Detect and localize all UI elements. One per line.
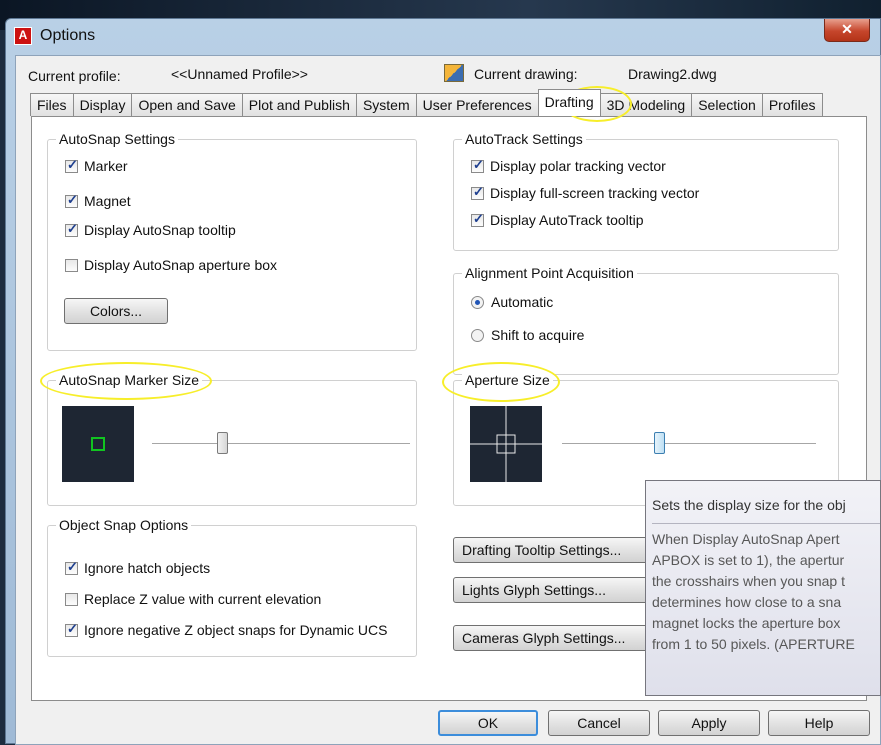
marker-size-preview: [62, 406, 134, 482]
ignore-negative-z-label: Ignore negative Z object snaps for Dynam…: [84, 622, 388, 638]
aperture-box-checkbox-row[interactable]: Display AutoSnap aperture box: [65, 257, 277, 273]
fullscreen-tracking-label: Display full-screen tracking vector: [490, 185, 700, 201]
replace-z-label: Replace Z value with current elevation: [84, 591, 322, 607]
marker-label: Marker: [84, 158, 128, 174]
tab-system[interactable]: System: [355, 93, 417, 116]
help-button[interactable]: Help: [768, 710, 870, 736]
tooltip-line: APBOX is set to 1), the apertur: [652, 552, 845, 568]
autotrack-tooltip-checkbox-row[interactable]: Display AutoTrack tooltip: [471, 211, 644, 228]
ignore-hatch-label: Ignore hatch objects: [84, 560, 211, 576]
marker-size-group: AutoSnap Marker Size: [47, 372, 417, 506]
current-drawing-label: Current drawing:: [474, 66, 578, 82]
autosnap-tooltip-checkbox[interactable]: [65, 221, 78, 237]
replace-z-checkbox[interactable]: [65, 592, 78, 606]
current-profile-label: Current profile:: [28, 68, 121, 84]
marker-size-slider-thumb[interactable]: [217, 432, 228, 454]
autosnap-settings-group: AutoSnap Settings Marker Magnet Display …: [47, 131, 417, 351]
cameras-glyph-settings-button[interactable]: Cameras Glyph Settings...: [453, 625, 653, 651]
window-title: Options: [40, 27, 96, 44]
automatic-radio-row[interactable]: Automatic: [471, 294, 553, 310]
current-drawing-value: Drawing2.dwg: [628, 66, 717, 82]
polar-tracking-label: Display polar tracking vector: [490, 158, 666, 174]
tooltip-divider: [652, 523, 880, 524]
ignore-hatch-checkbox-row[interactable]: Ignore hatch objects: [65, 559, 211, 576]
tab-open-and-save[interactable]: Open and Save: [131, 93, 243, 116]
ignore-hatch-checkbox[interactable]: [65, 559, 78, 575]
magnet-label: Magnet: [84, 193, 131, 209]
marker-size-slider-track[interactable]: [152, 443, 410, 444]
lights-glyph-settings-button[interactable]: Lights Glyph Settings...: [453, 577, 653, 603]
autotrack-settings-group: AutoTrack Settings Display polar trackin…: [453, 131, 839, 251]
marker-checkbox[interactable]: [65, 157, 78, 173]
aperture-size-tooltip: Sets the display size for the obj When D…: [645, 480, 881, 696]
marker-size-title: AutoSnap Marker Size: [56, 372, 203, 388]
aperture-size-slider-track[interactable]: [562, 443, 816, 444]
crosshair-aperture-icon: [470, 406, 542, 482]
autosnap-settings-title: AutoSnap Settings: [56, 131, 178, 147]
marker-checkbox-row[interactable]: Marker: [65, 157, 128, 174]
aperture-size-slider-thumb[interactable]: [654, 432, 665, 454]
tab-strip: Files Display Open and Save Plot and Pub…: [30, 89, 823, 117]
tab-display[interactable]: Display: [72, 93, 133, 116]
tooltip-line: the crosshairs when you snap t: [652, 573, 845, 589]
current-profile-value: <<Unnamed Profile>>: [171, 66, 308, 82]
ignore-negative-z-checkbox-row[interactable]: Ignore negative Z object snaps for Dynam…: [65, 621, 388, 638]
aperture-size-title: Aperture Size: [462, 372, 553, 388]
autotrack-settings-title: AutoTrack Settings: [462, 131, 586, 147]
shift-to-acquire-radio[interactable]: [471, 328, 484, 342]
colors-button[interactable]: Colors...: [64, 298, 168, 324]
tab-plot-and-publish[interactable]: Plot and Publish: [241, 93, 357, 116]
ignore-negative-z-checkbox[interactable]: [65, 621, 78, 637]
tooltip-line: determines how close to a sna: [652, 594, 842, 610]
autosnap-tooltip-checkbox-row[interactable]: Display AutoSnap tooltip: [65, 221, 236, 238]
replace-z-checkbox-row[interactable]: Replace Z value with current elevation: [65, 591, 321, 607]
tooltip-line: from 1 to 50 pixels. (APERTURE: [652, 636, 855, 652]
tab-user-preferences[interactable]: User Preferences: [415, 93, 539, 116]
aperture-size-preview: [470, 406, 542, 482]
tab-selection[interactable]: Selection: [691, 93, 763, 116]
tab-3d-modeling[interactable]: 3D Modeling: [599, 93, 693, 116]
close-button[interactable]: ✕: [824, 19, 870, 42]
automatic-label: Automatic: [491, 294, 554, 310]
autotrack-tooltip-checkbox[interactable]: [471, 211, 484, 227]
autosnap-tooltip-label: Display AutoSnap tooltip: [84, 222, 236, 238]
tab-profiles[interactable]: Profiles: [761, 93, 823, 116]
drawing-file-icon: [444, 64, 464, 82]
title-bar: A Options ✕: [6, 19, 880, 55]
apply-button[interactable]: Apply: [658, 710, 760, 736]
ok-button[interactable]: OK: [438, 710, 538, 736]
aperture-box-checkbox[interactable]: [65, 258, 78, 272]
tooltip-line: magnet locks the aperture box: [652, 615, 841, 631]
magnet-checkbox[interactable]: [65, 192, 78, 208]
object-snap-options-title: Object Snap Options: [56, 517, 192, 533]
polar-tracking-checkbox[interactable]: [471, 157, 484, 173]
snap-marker-icon: [91, 437, 105, 451]
shift-to-acquire-radio-row[interactable]: Shift to acquire: [471, 327, 584, 343]
cancel-button[interactable]: Cancel: [548, 710, 650, 736]
polar-tracking-checkbox-row[interactable]: Display polar tracking vector: [471, 157, 666, 174]
shift-to-acquire-label: Shift to acquire: [491, 327, 585, 343]
alignment-acquisition-title: Alignment Point Acquisition: [462, 265, 637, 281]
fullscreen-tracking-checkbox[interactable]: [471, 184, 484, 200]
alignment-acquisition-group: Alignment Point Acquisition Automatic Sh…: [453, 265, 839, 375]
drafting-tooltip-settings-button[interactable]: Drafting Tooltip Settings...: [453, 537, 653, 563]
fullscreen-tracking-checkbox-row[interactable]: Display full-screen tracking vector: [471, 184, 700, 201]
tab-drafting[interactable]: Drafting: [537, 89, 601, 116]
magnet-checkbox-row[interactable]: Magnet: [65, 192, 131, 209]
tab-files[interactable]: Files: [30, 93, 74, 116]
autocad-logo-icon: A: [14, 27, 32, 45]
tooltip-title: Sets the display size for the obj: [652, 497, 846, 513]
object-snap-options-group: Object Snap Options Ignore hatch objects…: [47, 517, 417, 657]
autotrack-tooltip-label: Display AutoTrack tooltip: [490, 212, 644, 228]
aperture-box-label: Display AutoSnap aperture box: [84, 257, 278, 273]
tooltip-line: When Display AutoSnap Apert: [652, 531, 840, 547]
automatic-radio[interactable]: [471, 295, 484, 309]
